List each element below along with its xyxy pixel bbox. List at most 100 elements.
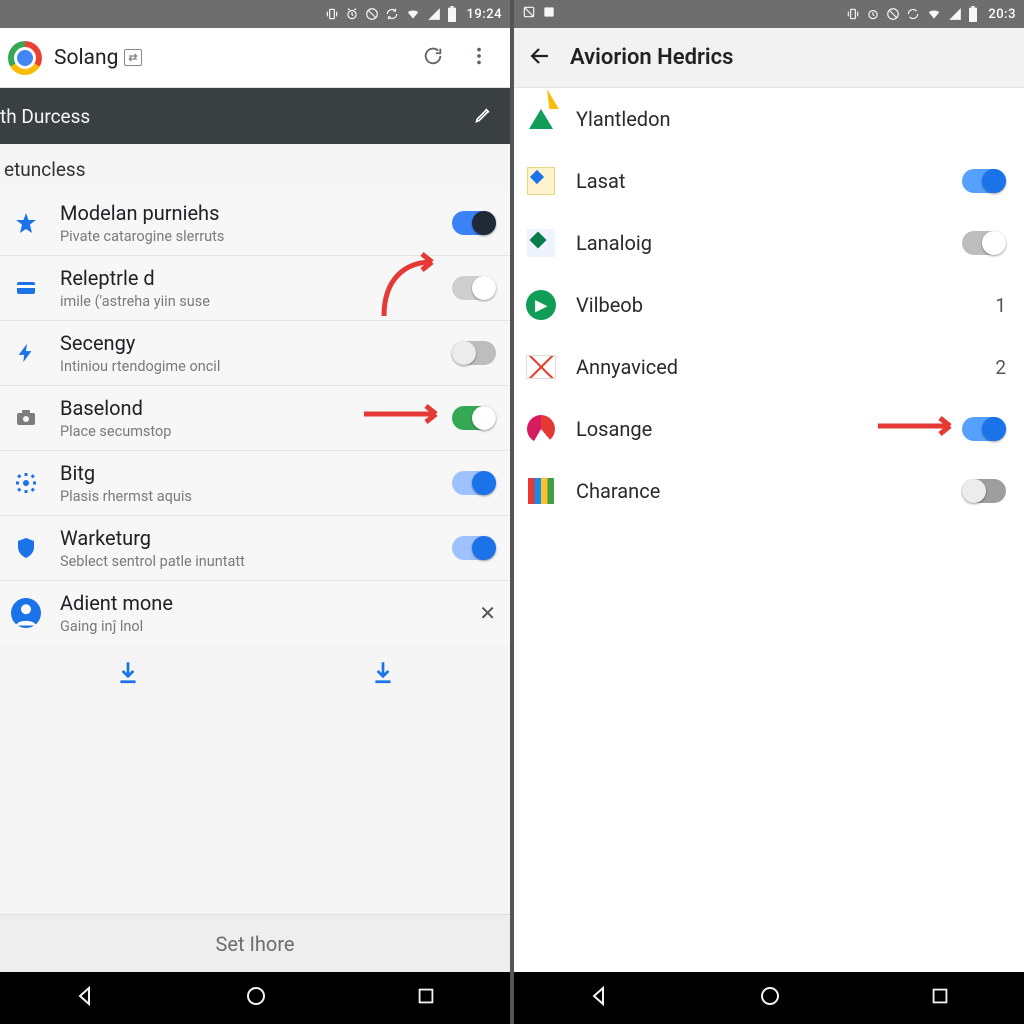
app-row-losange[interactable]: Losange bbox=[514, 398, 1024, 460]
save-icon bbox=[542, 5, 556, 23]
toggle[interactable] bbox=[452, 341, 496, 365]
settings-row-adient[interactable]: Adient mone Gaing inĵ lnol ✕ bbox=[0, 581, 510, 645]
settings-row-releptrle[interactable]: Releptrle d imile ('astreha yiin suse bbox=[0, 256, 510, 321]
vibrate-icon bbox=[325, 7, 339, 21]
app-row-ylantledon[interactable]: Ylantledon bbox=[514, 88, 1024, 150]
row-value: 1 bbox=[995, 294, 1006, 317]
nav-back-icon[interactable] bbox=[73, 984, 97, 1012]
shield-icon bbox=[6, 528, 46, 568]
app-row-lasat[interactable]: Lasat bbox=[514, 150, 1024, 212]
chrome-header: Solang ⇄ bbox=[0, 28, 510, 88]
row-sub: Plasis rhermst aquis bbox=[60, 488, 438, 505]
bolt-icon bbox=[6, 333, 46, 373]
toggle[interactable] bbox=[962, 417, 1006, 441]
star-icon bbox=[6, 203, 46, 243]
left-phone: 19:24 Solang ⇄ th Durcess etuncless bbox=[0, 0, 512, 1024]
card-icon bbox=[6, 268, 46, 308]
app-row-annyaviced[interactable]: Annyaviced 2 bbox=[514, 336, 1024, 398]
row-sub: Intiniou rtendogime oncil bbox=[60, 358, 438, 375]
nav-back-icon[interactable] bbox=[587, 984, 611, 1012]
row-title: Baselond bbox=[60, 396, 438, 421]
section-label: etuncless bbox=[0, 144, 510, 191]
vibrate-icon bbox=[846, 7, 860, 21]
row-title: Secengy bbox=[60, 331, 438, 356]
gear-icon bbox=[6, 463, 46, 503]
row-label: Charance bbox=[576, 479, 944, 503]
download-icon[interactable] bbox=[370, 659, 396, 689]
row-value: 2 bbox=[995, 356, 1006, 379]
row-sub: Place secumstop bbox=[60, 423, 438, 440]
app-row-charance[interactable]: Charance bbox=[514, 460, 1024, 522]
toggle[interactable] bbox=[962, 479, 1006, 503]
status-clock: 19:24 bbox=[467, 7, 502, 22]
sync-icon bbox=[385, 7, 399, 21]
settings-row-warketurg[interactable]: Warketurg Seblect sentrol patle inuntatt bbox=[0, 516, 510, 581]
toggle[interactable] bbox=[962, 231, 1006, 255]
row-title: Bitg bbox=[60, 461, 438, 486]
row-sub: imile ('astreha yiin suse bbox=[60, 293, 438, 310]
page-title: Solang ⇄ bbox=[54, 46, 404, 70]
person-icon bbox=[6, 593, 46, 633]
row-title: Adient mone bbox=[60, 591, 465, 616]
settings-row-modelan[interactable]: Modelan purniehs Pivate catarogine slerr… bbox=[0, 191, 510, 256]
row-title: Modelan purniehs bbox=[60, 201, 438, 226]
settings-row-bitg[interactable]: Bitg Plasis rhermst aquis bbox=[0, 451, 510, 516]
nav-home-icon[interactable] bbox=[758, 984, 782, 1012]
alarm-icon bbox=[345, 7, 359, 21]
settings-row-baselond[interactable]: Baselond Place secumstop bbox=[0, 386, 510, 451]
app-list: Ylantledon Lasat Lanaloig ▸ Vilbeob 1 An… bbox=[514, 88, 1024, 522]
nav-bar bbox=[514, 972, 1024, 1024]
row-title: Releptrle d bbox=[60, 266, 438, 291]
row-label: Losange bbox=[576, 417, 944, 441]
wifi-icon bbox=[405, 7, 421, 21]
screenshot-icon bbox=[522, 5, 536, 23]
alarm-icon bbox=[866, 7, 880, 21]
status-clock: 20:3 bbox=[988, 7, 1016, 22]
toggle[interactable] bbox=[962, 169, 1006, 193]
dnd-icon bbox=[365, 7, 379, 21]
sync-icon bbox=[906, 7, 920, 21]
pie-icon bbox=[524, 412, 558, 446]
toggle[interactable] bbox=[452, 276, 496, 300]
row-label: Vilbeob bbox=[576, 293, 977, 317]
row-label: Ylantledon bbox=[576, 107, 1006, 131]
app-row-lanaloig[interactable]: Lanaloig bbox=[514, 212, 1024, 274]
nav-recent-icon[interactable] bbox=[415, 985, 437, 1011]
settings-row-secengy[interactable]: Secengy Intiniou rtendogime oncil bbox=[0, 321, 510, 386]
landloig-icon bbox=[524, 226, 558, 260]
back-icon[interactable] bbox=[528, 44, 552, 72]
close-icon[interactable]: ✕ bbox=[479, 601, 496, 625]
page-title: Aviorion Hedrics bbox=[570, 45, 733, 70]
row-sub: Pivate catarogine slerruts bbox=[60, 228, 438, 245]
toggle[interactable] bbox=[452, 471, 496, 495]
row-title: Warketurg bbox=[60, 526, 438, 551]
status-bar: 20:3 bbox=[514, 0, 1024, 28]
download-icon[interactable] bbox=[115, 659, 141, 689]
signal-icon bbox=[427, 7, 441, 21]
maps-icon bbox=[524, 164, 558, 198]
toggle[interactable] bbox=[452, 211, 496, 235]
nav-home-icon[interactable] bbox=[244, 984, 268, 1012]
app-row-vilbeob[interactable]: ▸ Vilbeob 1 bbox=[514, 274, 1024, 336]
status-bar: 19:24 bbox=[0, 0, 510, 28]
gmail-icon bbox=[524, 350, 558, 384]
nav-recent-icon[interactable] bbox=[929, 985, 951, 1011]
toggle[interactable] bbox=[452, 406, 496, 430]
toggle[interactable] bbox=[452, 536, 496, 560]
subheader-label: th Durcess bbox=[0, 105, 90, 128]
row-label: Annyaviced bbox=[576, 355, 977, 379]
empty-space bbox=[514, 522, 1024, 972]
play-icon: ▸ bbox=[524, 288, 558, 322]
refresh-icon[interactable] bbox=[416, 39, 450, 77]
right-phone: 20:3 Aviorion Hedrics Ylantledon Lasat L… bbox=[512, 0, 1024, 1024]
nav-bar bbox=[0, 972, 510, 1024]
row-sub: Seblect sentrol patle inuntatt bbox=[60, 553, 438, 570]
dnd-icon bbox=[886, 7, 900, 21]
row-label: Lanaloig bbox=[576, 231, 944, 255]
footer-button[interactable]: Set Ihore bbox=[0, 914, 510, 972]
badge-icon: ⇄ bbox=[124, 49, 141, 66]
edit-icon[interactable] bbox=[474, 104, 494, 128]
settings-list: etuncless Modelan purniehs Pivate cataro… bbox=[0, 144, 510, 914]
right-header: Aviorion Hedrics bbox=[514, 28, 1024, 88]
more-icon[interactable] bbox=[462, 39, 496, 77]
